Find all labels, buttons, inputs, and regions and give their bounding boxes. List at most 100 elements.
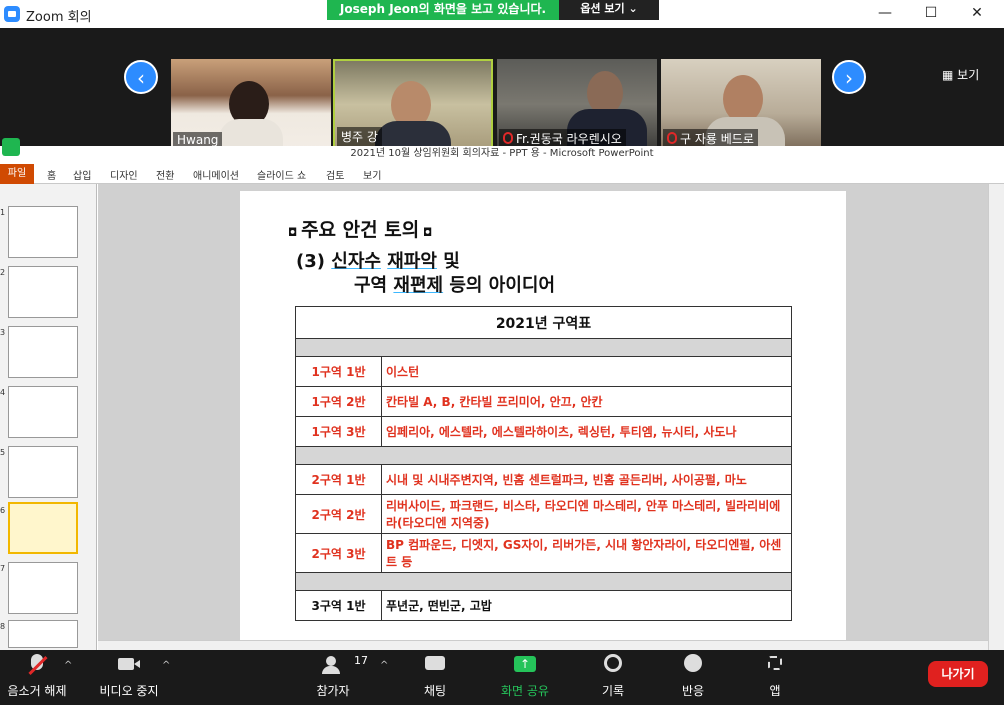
participants-options-caret-icon[interactable]: ^ [380,660,388,671]
slide-number: 7 [0,564,6,573]
chat-button[interactable]: 채팅 [412,652,458,699]
slide-number: 4 [0,388,6,397]
view-options-button[interactable]: 옵션 보기 ⌄ [559,0,659,20]
next-page-icon[interactable]: › [832,60,866,94]
participant-name: 병주 강 [337,127,382,146]
video-tile-active-speaker[interactable]: 병주 강 [333,59,493,150]
slide-thumbnail-pane: 1 2 3 4 5 6 7 8 [0,184,97,650]
slide-thumbnail-selected[interactable] [8,502,78,554]
video-gallery-strip: ‹ Hwang 병주 강 Fr.권동국 라우렌시오 구 자룡 베드로 › ▦ 보… [0,28,1004,150]
cell-areas: 푸년군, 떤빈군, 고밥 [381,590,792,621]
video-camera-icon [114,652,144,678]
slide-number: 8 [0,622,6,631]
slide-thumbnail[interactable] [8,562,78,614]
table-divider [295,338,792,357]
slide-thumbnail[interactable] [8,326,78,378]
meeting-toolbar: 음소거 해제 ^ 비디오 중지 ^ 17 참가자 ^ 채팅 ↑ 화면 공유 기록… [0,650,1004,705]
slide-number: 5 [0,448,6,457]
share-screen-icon: ↑ [510,652,540,678]
previous-page-icon[interactable]: ‹ [124,60,158,94]
video-options-caret-icon[interactable]: ^ [162,660,170,671]
stop-video-button[interactable]: 비디오 중지 [96,652,162,699]
slide-edit-area: ◘ 주요 안건 토의 ◘ (3) 신자수 재파악 및 구역 재편제 등의 아이디… [98,184,988,651]
tab-file[interactable]: 파일 [0,164,34,184]
video-tile[interactable]: 구 자룡 베드로 [661,59,821,150]
leave-meeting-button[interactable]: 나가기 [928,661,988,687]
participant-silhouette [723,75,763,123]
muted-mic-icon [22,652,52,678]
gallery-view-button[interactable]: ▦ 보기 [942,66,979,83]
tab-insert[interactable]: 삽입 [73,167,91,182]
tab-slideshow[interactable]: 슬라이드 쇼 [257,167,306,182]
table-divider [295,446,792,465]
cell-region: 2구역 3반 [295,533,382,573]
slide-number: 2 [0,268,6,277]
window-title: Zoom 회의 [26,10,92,25]
zoom-logo-icon [4,6,20,22]
apps-button[interactable]: 앱 [752,652,798,699]
share-screen-button[interactable]: ↑ 화면 공유 [496,652,554,699]
cell-region: 1구역 3반 [295,416,382,447]
slide-heading: ◘ 주요 안건 토의 ◘ [288,219,433,241]
slide-subheading: (3) 신자수 재파악 및 [296,251,460,272]
cell-region: 3구역 1반 [295,590,382,621]
tab-transitions[interactable]: 전환 [156,167,174,182]
smiley-icon [678,652,708,678]
table-row: 1구역 2반 칸타빌 A, B, 칸타빌 프리미어, 안끄, 안칸 [295,386,792,417]
cell-region: 1구역 2반 [295,386,382,417]
participants-button[interactable]: 17 참가자 [308,652,368,699]
tab-review[interactable]: 검토 [326,167,344,182]
audio-options-caret-icon[interactable]: ^ [64,660,72,671]
vertical-scrollbar[interactable] [988,184,1004,650]
table-row: 2구역 2반 리버사이드, 파크랜드, 비스타, 타오디엔 마스테리, 안푸 마스… [295,494,792,534]
participants-icon: 17 [318,652,368,678]
slide-thumbnail[interactable] [8,446,78,498]
current-slide[interactable]: ◘ 주요 안건 토의 ◘ (3) 신자수 재파악 및 구역 재편제 등의 아이디… [240,191,846,651]
unmute-button[interactable]: 음소거 해제 [4,652,70,699]
cell-areas: 리버사이드, 파크랜드, 비스타, 타오디엔 마스테리, 안푸 마스테리, 빌라… [381,494,792,534]
muted-mic-icon [503,132,513,144]
table-divider [295,572,792,591]
tab-animations[interactable]: 애니메이션 [193,167,239,182]
video-tile[interactable]: Fr.권동국 라우렌시오 [497,59,657,150]
table-row: 3구역 1반 푸년군, 떤빈군, 고밥 [295,590,792,621]
tab-design[interactable]: 디자인 [110,167,138,182]
maximize-icon[interactable]: ☐ [916,4,946,24]
chat-icon [420,652,450,678]
slide-thumbnail[interactable] [8,206,78,258]
cell-region: 2구역 2반 [295,494,382,534]
slide-number: 1 [0,208,6,217]
cell-region: 1구역 1반 [295,356,382,387]
table-row: 2구역 3반 BP 컴파운드, 디엣지, GS자이, 리버가든, 시내 황안자라이… [295,533,792,573]
tab-view[interactable]: 보기 [363,167,381,182]
screen-share-banner: Joseph Jeon의 화면을 보고 있습니다. [327,0,559,20]
table-row: 1구역 3반 임페리아, 에스텔라, 에스텔라하이츠, 렉싱턴, 투티엠, 뉴시티… [295,416,792,447]
ppt-ribbon-tabs: 파일 홈 삽입 디자인 전환 애니메이션 슬라이드 쇼 검토 보기 [0,164,1004,184]
video-tile[interactable]: Hwang [171,59,331,150]
zoom-title-bar: Zoom 회의 Joseph Jeon의 화면을 보고 있습니다. 옵션 보기 … [0,0,1004,28]
ppt-window-title: 2021년 10월 상임위원회 회의자료 - PPT 용 - Microsoft… [350,148,654,159]
region-table: 2021년 구역표 1구역 1반 이스턴 1구역 2반 칸타빌 A, B, 칸타빌 … [295,306,792,621]
slide-thumbnail[interactable] [8,266,78,318]
reactions-button[interactable]: 반응 [670,652,716,699]
tab-home[interactable]: 홈 [47,167,56,182]
close-icon[interactable]: ✕ [962,4,992,24]
cell-region: 2구역 1반 [295,464,382,495]
record-icon [598,652,628,678]
table-row: 2구역 1반 시내 및 시내주변지역, 빈홈 센트럴파크, 빈홈 골든리버, 사이… [295,464,792,495]
shared-powerpoint-window: 2021년 10월 상임위원회 회의자료 - PPT 용 - Microsoft… [0,138,1004,651]
bullet-icon: ◘ [419,226,433,239]
record-button[interactable]: 기록 [590,652,636,699]
minimize-icon[interactable]: — [870,4,900,24]
slide-number: 6 [0,506,6,515]
cell-areas: 칸타빌 A, B, 칸타빌 프리미어, 안끄, 안칸 [381,386,792,417]
bullet-icon: ◘ [288,226,302,239]
cell-areas: 시내 및 시내주변지역, 빈홈 센트럴파크, 빈홈 골든리버, 사이공펄, 마노 [381,464,792,495]
slide-subheading-line2: 구역 재편제 등의 아이디어 [354,275,556,296]
slide-thumbnail[interactable] [8,620,78,648]
slide-thumbnail[interactable] [8,386,78,438]
horizontal-scrollbar[interactable] [98,640,988,650]
apps-icon [760,652,790,678]
muted-mic-icon [667,132,677,144]
slide-number: 3 [0,328,6,337]
